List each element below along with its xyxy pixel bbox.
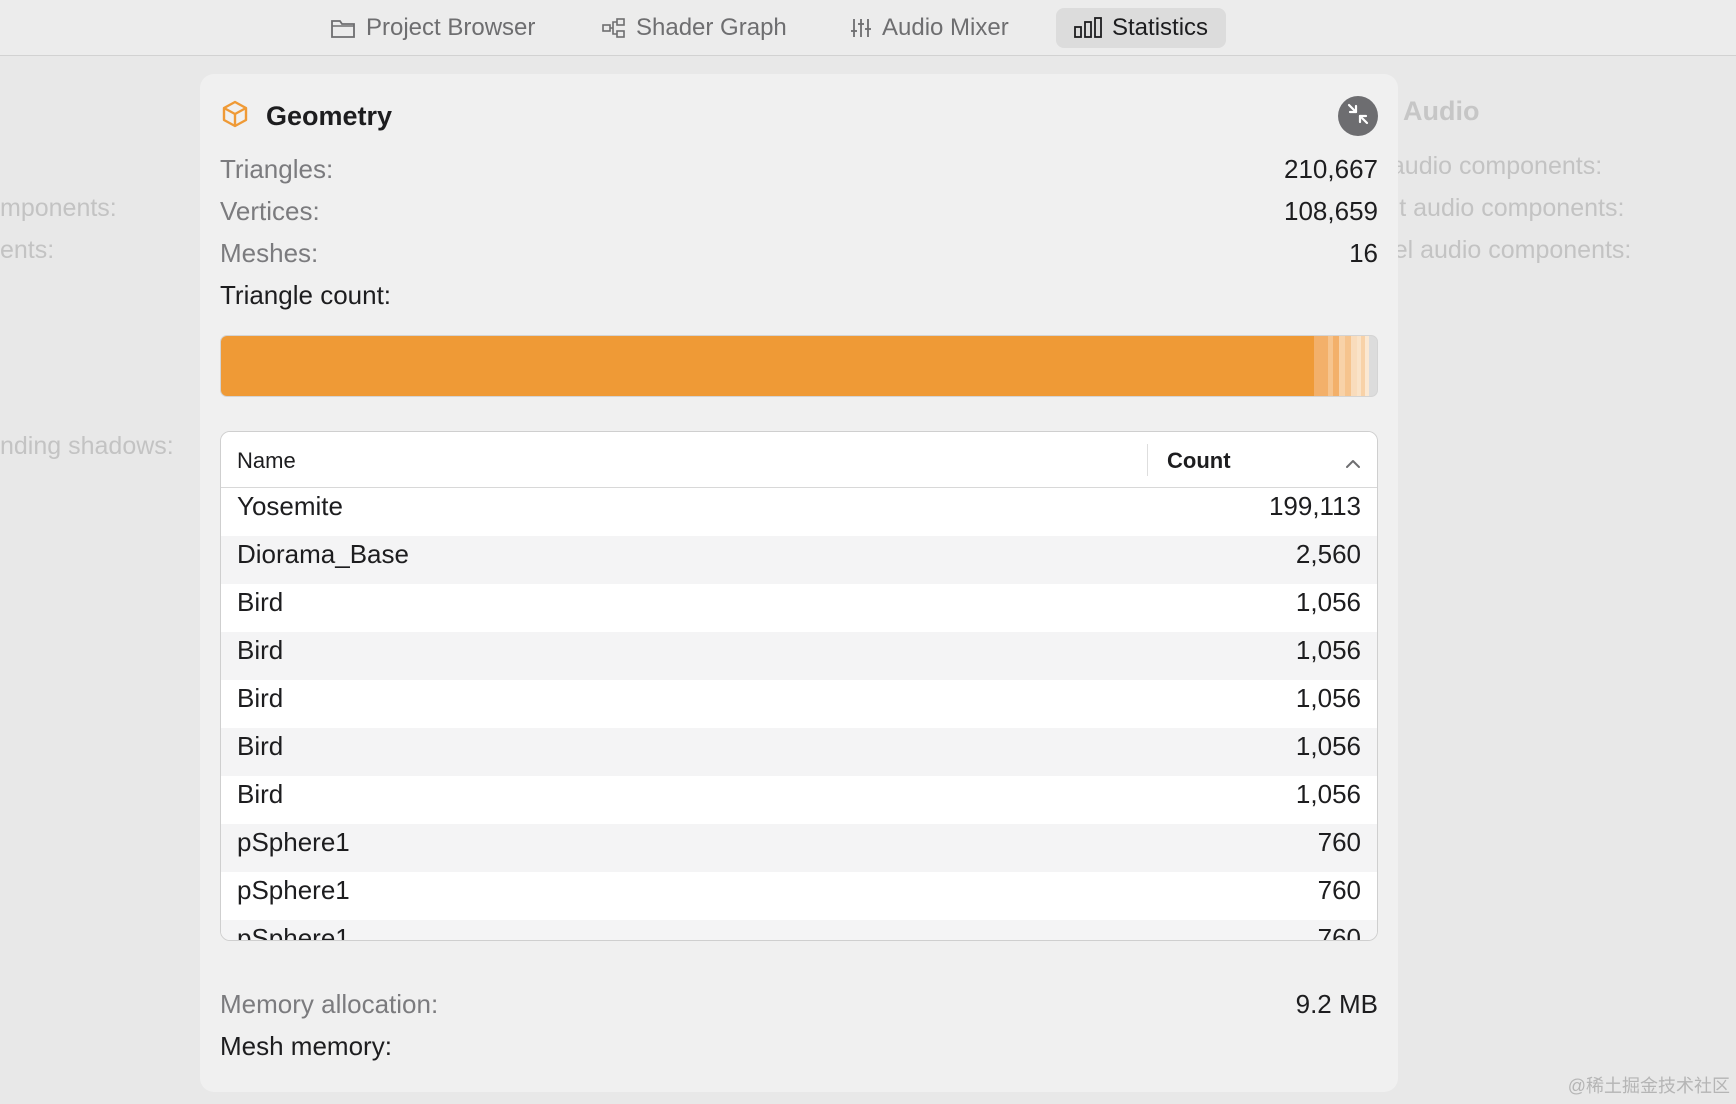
bar-chart-icon <box>1074 17 1102 39</box>
row-name: pSphere1 <box>237 923 350 940</box>
row-name: Bird <box>237 731 284 761</box>
row-name: Yosemite <box>237 491 343 521</box>
memory-allocation-row: Memory allocation: 9.2 MB <box>220 987 1378 1021</box>
row-name: Diorama_Base <box>237 539 409 569</box>
row-count: 199,113 <box>1268 491 1361 521</box>
collapse-button[interactable] <box>1338 96 1378 136</box>
stat-row-triangles: Triangles: 210,667 <box>220 152 1378 186</box>
column-header-name[interactable]: Name <box>237 448 296 474</box>
memory-value: 9.2 MB <box>1295 988 1378 1019</box>
row-name: Bird <box>237 683 284 713</box>
sliders-icon <box>850 17 872 39</box>
mesh-memory-row: Mesh memory: <box>220 1029 1378 1063</box>
row-name: Bird <box>237 635 284 665</box>
cube-icon <box>220 99 250 134</box>
table-row[interactable]: Bird 1,056 <box>221 728 1377 776</box>
row-count: 1,056 <box>1295 683 1361 713</box>
row-name: Bird <box>237 779 284 809</box>
ghost-left-line: ents: <box>0 236 55 264</box>
table-row[interactable]: Bird 1,056 <box>221 632 1377 680</box>
table-row[interactable]: Bird 1,056 <box>221 584 1377 632</box>
geometry-header: Geometry <box>220 96 1378 136</box>
tab-statistics[interactable]: Statistics <box>1056 8 1227 48</box>
tab-shader-graph[interactable]: Shader Graph <box>584 8 805 48</box>
collapse-arrows-icon <box>1346 102 1370 131</box>
row-name: Bird <box>237 587 284 617</box>
ghost-right-line: annel audio components: <box>1392 236 1632 264</box>
triangle-bar-segment[interactable] <box>1364 336 1370 396</box>
row-count: 1,056 <box>1295 779 1361 809</box>
table-row[interactable]: pSphere1 760 <box>221 872 1377 920</box>
triangle-count-label: Triangle count: <box>220 279 392 310</box>
row-name: pSphere1 <box>237 875 350 905</box>
row-count: 760 <box>1317 923 1361 940</box>
mesh-table: Name Count Yosemite 199,113 Diorama_Base 2,… <box>220 431 1378 941</box>
stat-label: Triangles: <box>220 153 334 184</box>
ghost-right-line: tial audio components: <box>1392 152 1603 180</box>
table-row[interactable]: Bird 1,056 <box>221 680 1377 728</box>
tab-label: Audio Mixer <box>882 14 1009 41</box>
triangle-bar-segment[interactable] <box>221 336 1314 396</box>
row-count: 1,056 <box>1295 731 1361 761</box>
tab-label: Project Browser <box>366 14 536 41</box>
column-divider[interactable] <box>1147 444 1148 476</box>
stat-label: Vertices: <box>220 195 320 226</box>
triangle-bar-segment[interactable] <box>1313 336 1328 396</box>
row-name: pSphere1 <box>237 827 350 857</box>
ghost-right-line: bient audio components: <box>1392 194 1625 222</box>
ghost-left-line: mponents: <box>0 194 117 222</box>
tab-bar: Project Browser Shader Graph Audio Mixer… <box>0 0 1736 56</box>
table-body[interactable]: Yosemite 199,113 Diorama_Base 2,560 Bird 1,05… <box>221 488 1377 940</box>
row-count: 760 <box>1317 875 1361 905</box>
table-row[interactable]: pSphere1 760 <box>221 920 1377 940</box>
row-count: 1,056 <box>1295 587 1361 617</box>
ghost-audio-title: Audio <box>1403 96 1480 126</box>
table-row[interactable]: Bird 1,056 <box>221 776 1377 824</box>
memory-label: Memory allocation: <box>220 988 439 1019</box>
folder-icon <box>330 17 356 39</box>
stat-value: 210,667 <box>1284 153 1378 184</box>
row-count: 2,560 <box>1295 539 1361 569</box>
geometry-card: Geometry Triangles: 210,667 Vertices: 10… <box>200 74 1398 1092</box>
row-count: 1,056 <box>1295 635 1361 665</box>
stat-label: Meshes: <box>220 237 319 268</box>
tab-label: Statistics <box>1112 14 1209 41</box>
triangle-count-row: Triangle count: <box>220 278 1378 312</box>
mesh-memory-label: Mesh memory: <box>220 1030 392 1061</box>
ghost-left-line: nding shadows: <box>0 432 174 460</box>
node-graph-icon <box>602 17 626 39</box>
stat-row-vertices: Vertices: 108,659 <box>220 194 1378 228</box>
table-row[interactable]: Yosemite 199,113 <box>221 488 1377 536</box>
geometry-title: Geometry <box>266 100 393 131</box>
triangle-count-bar[interactable] <box>220 335 1378 397</box>
table-row[interactable]: pSphere1 760 <box>221 824 1377 872</box>
row-count: 760 <box>1317 827 1361 857</box>
tab-audio-mixer[interactable]: Audio Mixer <box>832 8 1027 48</box>
table-row[interactable]: Diorama_Base 2,560 <box>221 536 1377 584</box>
tab-label: Shader Graph <box>636 14 787 41</box>
tab-project-browser[interactable]: Project Browser <box>312 8 553 48</box>
watermark: @稀土掘金技术社区 <box>1567 1076 1730 1096</box>
table-header: Name Count <box>221 432 1377 488</box>
stat-row-meshes: Meshes: 16 <box>220 236 1378 270</box>
chevron-up-icon[interactable] <box>1345 450 1361 476</box>
stat-value: 108,659 <box>1284 195 1378 226</box>
stat-value: 16 <box>1349 237 1378 268</box>
column-header-count[interactable]: Count <box>1167 448 1231 474</box>
